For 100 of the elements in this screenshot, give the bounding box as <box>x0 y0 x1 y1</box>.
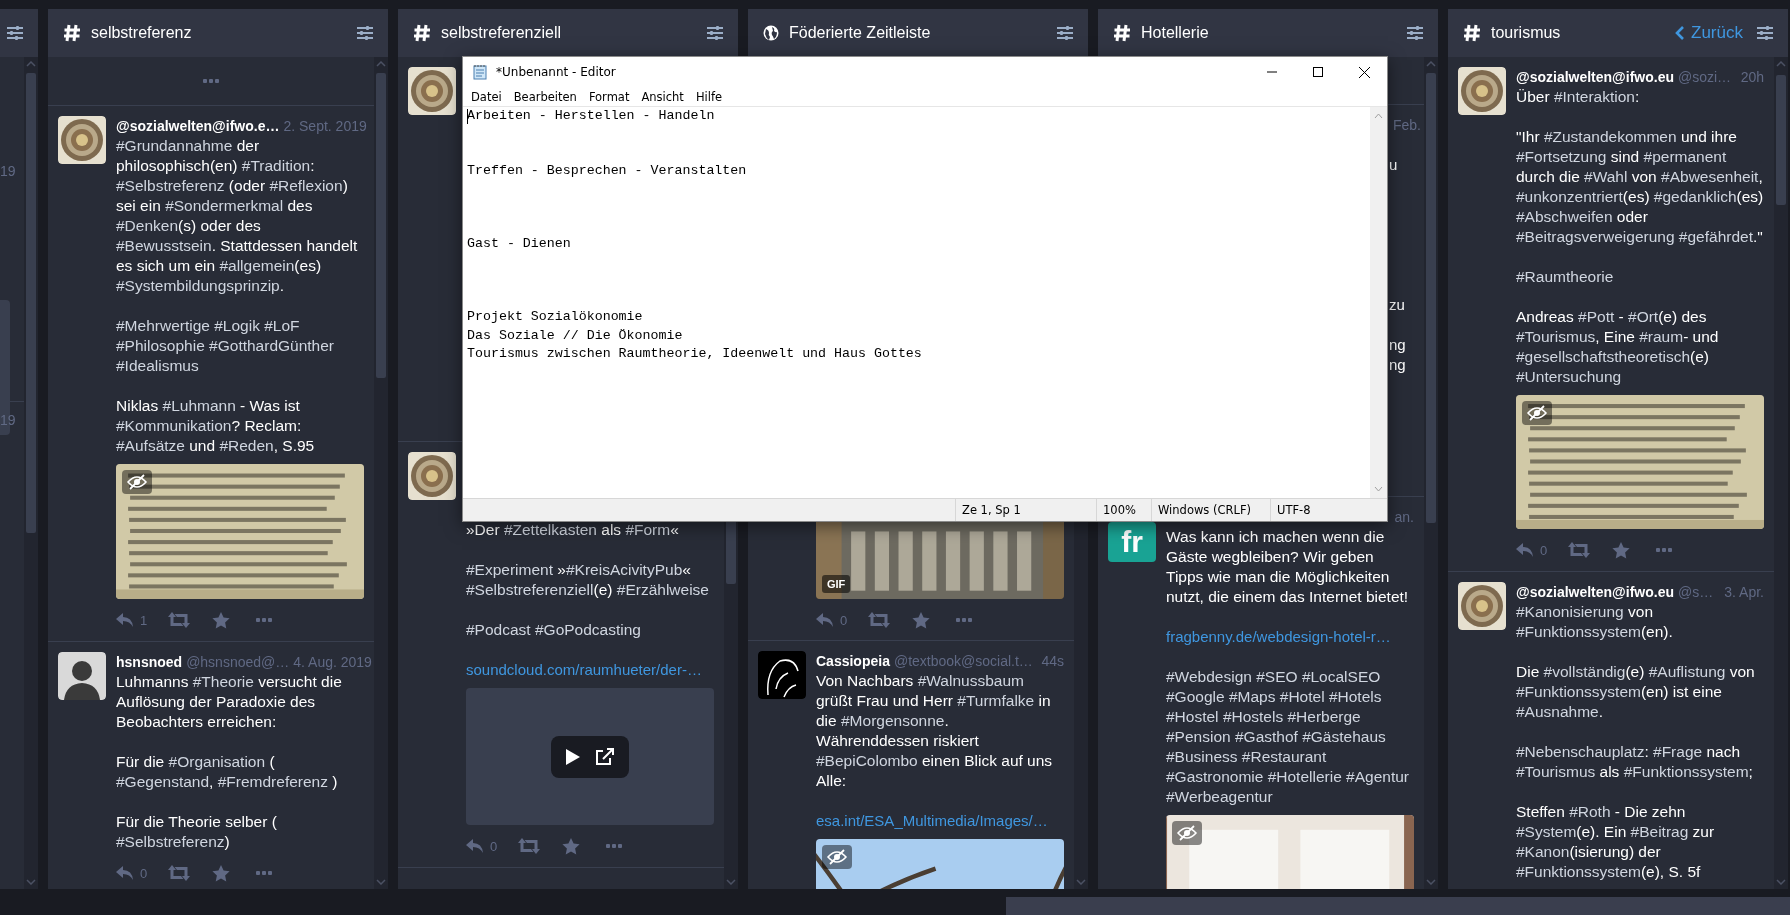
boost-icon[interactable] <box>168 865 190 881</box>
hashtag-link[interactable]: #Selbstreferenziell <box>466 581 594 598</box>
hashtag-link[interactable]: #Mehrwertige <box>116 317 210 334</box>
star-icon[interactable] <box>1612 541 1630 559</box>
hashtag-link[interactable]: #Auflistung <box>1648 663 1726 680</box>
back-button[interactable]: Zurück <box>1675 23 1743 43</box>
hashtag-link[interactable]: #Reden <box>219 437 274 454</box>
hashtag-link[interactable]: #SEO <box>1256 668 1298 685</box>
hashtag-link[interactable]: #BepiColombo <box>816 752 918 769</box>
hashtag-link[interactable]: #Hotels <box>1328 688 1382 705</box>
hashtag-link[interactable]: #Raumtheorie <box>1516 268 1614 285</box>
boost-icon[interactable] <box>518 838 540 854</box>
hashtag-link[interactable]: #GoPodcasting <box>534 621 641 638</box>
hashtag-link[interactable]: #Reflexion <box>269 177 343 194</box>
hashtag-link[interactable]: #Logik <box>214 317 260 334</box>
menu-item[interactable]: Ansicht <box>635 89 690 104</box>
boost-icon[interactable] <box>168 612 190 628</box>
hashtag-link[interactable]: #Zettelkasten <box>503 521 597 538</box>
hashtag-link[interactable]: #Aufsätze <box>116 437 185 454</box>
external-link-button[interactable] <box>595 747 615 766</box>
display-name[interactable]: @sozialwelten@ifwo.eu <box>1516 67 1674 87</box>
hashtag-link[interactable]: #gesellschaftstheoretisch <box>1516 348 1691 365</box>
hashtag-link[interactable]: #Google <box>1166 688 1225 705</box>
hide-media-button[interactable] <box>1522 401 1552 425</box>
hashtag-link[interactable]: #Abwesenheit <box>1661 168 1759 185</box>
hashtag-link[interactable]: #Webdesign <box>1166 668 1252 685</box>
hashtag-link[interactable]: #Morgensonne <box>841 712 945 729</box>
settings-icon[interactable] <box>707 26 723 40</box>
settings-icon[interactable] <box>1407 26 1423 40</box>
hashtag-link[interactable]: #Grundannahme <box>116 137 233 154</box>
display-name[interactable]: @sozialwelten@ifwo.e… <box>116 116 280 136</box>
hashtag-link[interactable]: #gedanklich <box>1653 188 1737 205</box>
hashtag-link[interactable]: #Zustandekommen <box>1543 128 1677 145</box>
scroll-up-icon[interactable] <box>1426 61 1436 67</box>
menu-item[interactable]: Format <box>582 89 636 104</box>
hashtag-link[interactable]: #Roth <box>1569 803 1611 820</box>
hashtag-link[interactable]: #allgemein <box>219 257 295 274</box>
star-icon[interactable] <box>212 611 230 629</box>
hashtag-link[interactable]: #Frage <box>1653 743 1703 760</box>
hashtag-link[interactable]: #Werbeagentur <box>1166 788 1273 805</box>
hashtag-link[interactable]: #Podcast <box>466 621 531 638</box>
hashtag-link[interactable]: #Pott <box>1578 308 1615 325</box>
text-area[interactable]: Arbeiten - Herstellen - Handeln Treffen - Besprechen - Veranstalten Gast - Dienen Projekt Sozialökonomie Das Soziale // Die Ökonomie Tourismus zwischen Raumtheorie, Ideenwelt und Haus Gottes <box>463 107 1370 498</box>
menu-item[interactable]: Datei <box>465 89 508 104</box>
hashtag-link[interactable]: #Herberge <box>1287 708 1361 725</box>
horizontal-scrollbar[interactable] <box>1006 897 1790 915</box>
hashtag-link[interactable]: #Organisation <box>168 753 266 770</box>
reply-icon[interactable] <box>466 838 484 854</box>
scrollbar[interactable] <box>1774 57 1788 889</box>
hashtag-link[interactable]: #raum <box>1639 328 1684 345</box>
display-name[interactable]: @sozialwelten@ifwo.eu <box>1516 582 1674 602</box>
hashtag-link[interactable]: #Experiment <box>466 561 553 578</box>
hashtag-link[interactable]: #Fortsetzung <box>1516 148 1607 165</box>
link[interactable]: fragbenny.de/webdesign-hotel-r… <box>1166 627 1414 647</box>
scroll-down-icon[interactable] <box>726 879 736 885</box>
hashtag-link[interactable]: #gefährdet <box>1678 228 1753 245</box>
hashtag-link[interactable]: #Hostel <box>1166 708 1219 725</box>
scroll-up-icon[interactable] <box>26 61 36 67</box>
hashtag-link[interactable]: #Ausnahme <box>1516 703 1599 720</box>
hashtag-link[interactable]: #Form <box>625 521 671 538</box>
hashtag-link[interactable]: #Selbstreferenz <box>116 177 225 194</box>
boost-icon[interactable] <box>868 612 890 628</box>
hashtag-link[interactable]: #Turmfalke <box>957 692 1035 709</box>
settings-icon[interactable] <box>357 26 373 40</box>
scrollbar[interactable] <box>24 57 38 889</box>
reply-icon[interactable] <box>1516 542 1534 558</box>
hashtag-link[interactable]: #Beitragsverweigerung <box>1516 228 1675 245</box>
avatar[interactable] <box>58 652 106 700</box>
hashtag-link[interactable]: #vollständig <box>1543 663 1626 680</box>
hashtag-link[interactable]: #Tradition <box>241 157 311 174</box>
hashtag-link[interactable]: #Systembildungsprinzip <box>116 277 280 294</box>
avatar[interactable] <box>758 651 806 699</box>
hashtag-link[interactable]: #GotthardGünther <box>209 337 335 354</box>
star-icon[interactable] <box>212 864 230 882</box>
hashtag-link[interactable]: #Beitrag <box>1630 823 1689 840</box>
scroll-down-icon[interactable] <box>1076 879 1086 885</box>
play-button[interactable] <box>565 747 581 766</box>
hashtag-link[interactable]: #Denken <box>116 217 179 234</box>
hashtag-link[interactable]: #Gästehaus <box>1302 728 1386 745</box>
reply-icon[interactable] <box>816 612 834 628</box>
scrollbar-thumb[interactable] <box>26 73 36 533</box>
hashtag-link[interactable]: #Funktionssystem <box>1516 683 1641 700</box>
scroll-down-icon[interactable] <box>376 879 386 885</box>
settings-icon[interactable] <box>1057 26 1073 40</box>
hashtag-link[interactable]: #Maps <box>1228 688 1276 705</box>
hashtag-link[interactable]: #System <box>1516 823 1577 840</box>
reply-icon[interactable] <box>116 865 134 881</box>
hashtag-link[interactable]: #Funktionssystem <box>1516 863 1641 880</box>
boost-icon[interactable] <box>1568 542 1590 558</box>
hashtag-link[interactable]: #Gegenstand <box>116 773 210 790</box>
hashtag-link[interactable]: #Nebenschauplatz <box>1516 743 1645 760</box>
hashtag-link[interactable]: #Sondermerkmal <box>165 197 284 214</box>
scrollbar[interactable] <box>374 57 388 889</box>
scrollbar-thumb[interactable] <box>1426 73 1436 523</box>
scroll-down-icon[interactable] <box>26 879 36 885</box>
scrollbar[interactable] <box>1424 57 1438 889</box>
hashtag-link[interactable]: #Kanon <box>1516 843 1570 860</box>
hashtag-link[interactable]: #Walnussbaum <box>917 672 1024 689</box>
menu-item[interactable]: Hilfe <box>689 89 729 104</box>
display-name[interactable]: hsnsnoed <box>116 652 183 672</box>
